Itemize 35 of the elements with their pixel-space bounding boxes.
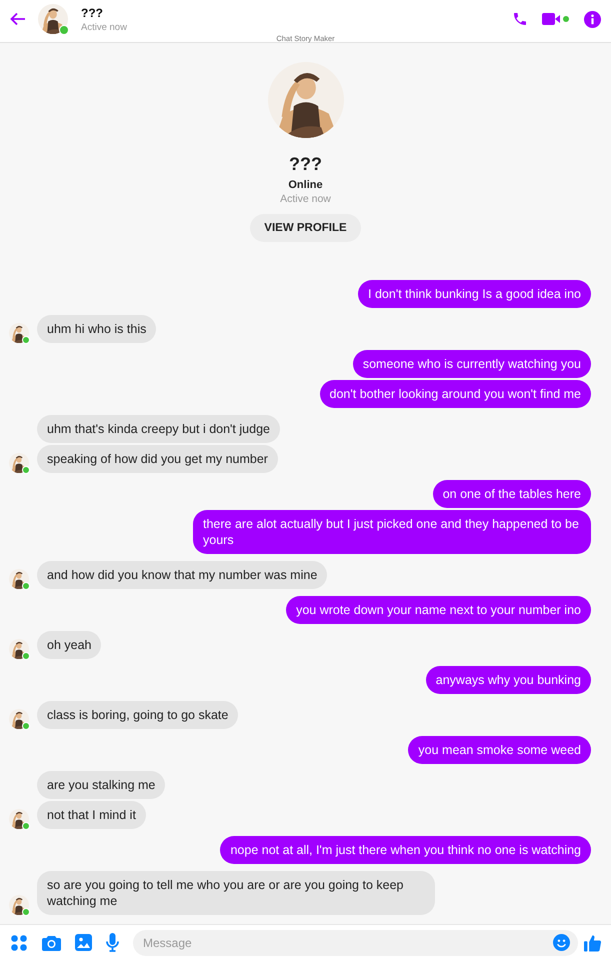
back-arrow-icon[interactable] xyxy=(10,12,26,26)
message-field[interactable]: Message xyxy=(133,930,578,956)
message-bubble: nope not at all, I'm just there when you think no one is watching xyxy=(220,836,591,864)
apps-icon[interactable] xyxy=(10,934,28,952)
message-bubble: there are alot actually but I just picked one and they happened to be yours xyxy=(193,510,591,554)
emoji-icon[interactable] xyxy=(553,934,570,951)
message-bubble: don't bother looking around you won't find me xyxy=(320,380,591,408)
presence-label: Online xyxy=(288,179,323,191)
message-bubble: anyways why you bunking xyxy=(426,666,591,694)
status-label: Active now xyxy=(280,193,331,205)
message-bubble: I don't think bunking Is a good idea ino xyxy=(358,280,591,308)
message-bubble: uhm that's kinda creepy but i don't judge xyxy=(37,415,280,443)
profile-name: ??? xyxy=(289,154,322,175)
microphone-icon[interactable] xyxy=(106,933,119,952)
message-bubble: and how did you know that my number was mine xyxy=(37,561,328,589)
camera-icon[interactable] xyxy=(42,934,61,950)
image-icon[interactable] xyxy=(75,934,92,951)
contact-name: ??? xyxy=(81,6,104,20)
info-icon[interactable] xyxy=(584,10,601,28)
message-bubble: not that I mind it xyxy=(37,801,146,829)
message-bubble: you wrote down your name next to your number ino xyxy=(286,596,591,624)
message-bubble: someone who is currently watching you xyxy=(352,350,591,378)
message-bubble: uhm hi who is this xyxy=(37,315,156,343)
message-bubble: on one of the tables here xyxy=(432,480,591,508)
view-profile-button[interactable]: VIEW PROFILE xyxy=(250,214,361,242)
message-bubble: you mean smoke some weed xyxy=(408,736,591,764)
message-bubble: so are you going to tell me who you are or are you going to keep watching me xyxy=(37,871,435,915)
message-bubble: speaking of how did you get my number xyxy=(37,445,278,473)
message-bubble: are you stalking me xyxy=(37,771,166,799)
video-camera-icon[interactable] xyxy=(542,12,570,26)
phone-icon[interactable] xyxy=(512,11,528,27)
thumbs-up-icon[interactable] xyxy=(584,934,601,952)
message-bubble: oh yeah xyxy=(37,631,102,659)
contact-status: Active now xyxy=(81,22,127,32)
message-bubble: class is boring, going to go skate xyxy=(37,701,238,729)
